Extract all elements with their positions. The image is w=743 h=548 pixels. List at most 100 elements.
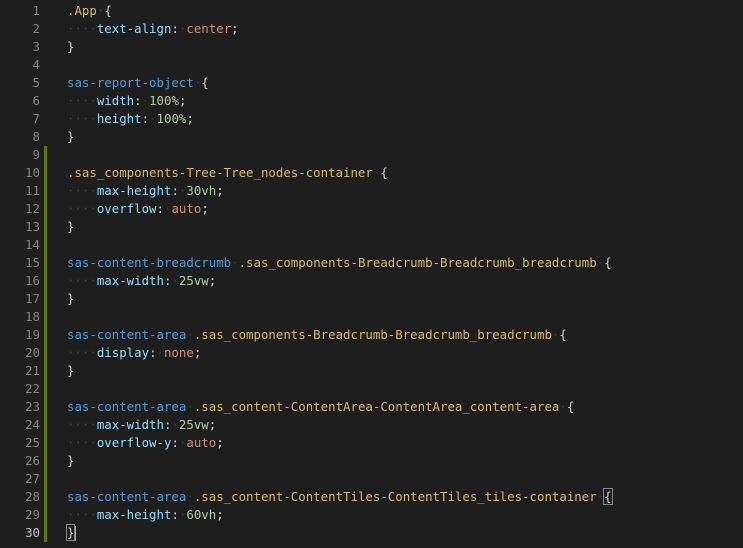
code-line[interactable]: 3} <box>0 38 743 56</box>
code-line[interactable]: 21} <box>0 362 743 380</box>
git-modified-indicator[interactable] <box>44 164 47 182</box>
code-line[interactable]: 10 .sas_components-Tree-Tree_nodes-contai… <box>0 164 743 182</box>
git-modified-indicator[interactable] <box>44 452 47 470</box>
git-modified-indicator[interactable] <box>44 524 47 542</box>
git-modified-indicator[interactable] <box>44 344 47 362</box>
code-content[interactable]: sas-content-breadcrumb·.sas_components-B… <box>67 254 612 272</box>
code-content[interactable]: sas-content-area·.sas_content-ContentTil… <box>67 488 613 506</box>
code-content[interactable]: .sas_components-Tree-Tree_nodes-containe… <box>67 164 388 182</box>
git-modified-indicator[interactable] <box>44 308 47 326</box>
code-line[interactable]: 30} <box>0 524 743 542</box>
git-modified-indicator[interactable] <box>44 434 47 452</box>
code-content[interactable]: } <box>65 524 77 542</box>
git-modified-indicator[interactable] <box>44 326 47 344</box>
code-line[interactable]: 11 ····max-height:·30vh; <box>0 182 743 200</box>
code-line[interactable]: 28 sas-content-area·.sas_content-ContentT… <box>0 488 743 506</box>
code-content[interactable]: ····max-height:·60vh; <box>67 506 224 524</box>
code-line[interactable]: 29 ····max-height:·60vh; <box>0 506 743 524</box>
indent-whitespace: ···· <box>67 417 97 432</box>
code-line[interactable]: 20 ····display:·none; <box>0 344 743 362</box>
indent-whitespace: ···· <box>67 345 97 360</box>
code-line[interactable]: 15 sas-content-breadcrumb·.sas_components… <box>0 254 743 272</box>
code-line[interactable]: 26} <box>0 452 743 470</box>
git-modified-indicator[interactable] <box>44 254 47 272</box>
code-line[interactable]: 16 ····max-width:·25vw; <box>0 272 743 290</box>
matched-bracket: } <box>65 524 76 541</box>
code-line[interactable]: 24 ····max-width:·25vw; <box>0 416 743 434</box>
code-line[interactable]: 17} <box>0 290 743 308</box>
punctuation: } <box>67 39 75 54</box>
code-content[interactable]: ····overflow-y:·auto; <box>67 434 224 452</box>
code-line[interactable]: 1 .App·{ <box>0 2 743 20</box>
line-number: 7 <box>32 111 40 126</box>
css-element-selector: sas-content-area <box>67 489 187 504</box>
code-line[interactable]: 7 ····height:·100%; <box>0 110 743 128</box>
whitespace-dot: · <box>559 399 567 414</box>
git-modified-indicator[interactable] <box>44 506 47 524</box>
code-content[interactable]: } <box>67 452 74 470</box>
punctuation: ; <box>186 111 194 126</box>
git-modified-indicator[interactable] <box>44 362 47 380</box>
git-modified-indicator[interactable] <box>44 200 47 218</box>
code-line[interactable]: 22 <box>0 380 743 398</box>
css-property: max-width <box>96 273 164 288</box>
code-line[interactable]: 27 <box>0 470 743 488</box>
code-line[interactable]: 18 <box>0 308 743 326</box>
code-content[interactable]: } <box>67 128 74 146</box>
punctuation: ; <box>201 201 209 216</box>
css-selector: .App <box>67 3 97 18</box>
code-line[interactable]: 14 <box>0 236 743 254</box>
code-content[interactable]: } <box>67 290 74 308</box>
text-cursor <box>74 526 77 541</box>
code-content[interactable]: ····width:·100%; <box>67 92 186 110</box>
code-line[interactable]: 5 sas-report-object·{ <box>0 74 743 92</box>
line-number: 3 <box>32 39 40 54</box>
git-modified-indicator[interactable] <box>44 236 47 254</box>
git-modified-indicator[interactable] <box>44 470 47 488</box>
code-content[interactable]: ····height:·100%; <box>67 110 194 128</box>
css-number-value: 25vw <box>178 273 209 288</box>
code-line[interactable]: 2 ····text-align:·center; <box>0 20 743 38</box>
code-content[interactable]: sas-content-area·.sas_content-ContentAre… <box>67 398 574 416</box>
git-modified-indicator[interactable] <box>44 182 47 200</box>
code-content[interactable]: } <box>67 218 74 236</box>
punctuation: : <box>171 183 179 198</box>
code-content[interactable]: ····overflow:·auto; <box>67 200 209 218</box>
code-content[interactable]: ····max-height:·30vh; <box>67 182 224 200</box>
git-modified-indicator[interactable] <box>44 398 47 416</box>
git-modified-indicator[interactable] <box>44 272 47 290</box>
git-modified-indicator[interactable] <box>44 146 47 164</box>
code-line[interactable]: 12 ····overflow:·auto; <box>0 200 743 218</box>
punctuation: { <box>604 255 612 270</box>
code-content[interactable]: ····max-width:·25vw; <box>67 272 216 290</box>
code-content[interactable]: } <box>67 38 74 56</box>
punctuation: { <box>380 165 388 180</box>
code-content[interactable]: sas-report-object·{ <box>67 74 209 92</box>
indent-whitespace: ···· <box>67 435 97 450</box>
git-modified-indicator[interactable] <box>44 218 47 236</box>
line-number: 26 <box>25 453 40 468</box>
git-modified-indicator[interactable] <box>44 380 47 398</box>
git-modified-indicator[interactable] <box>44 488 47 506</box>
git-modified-indicator[interactable] <box>44 290 47 308</box>
code-line[interactable]: 8} <box>0 128 743 146</box>
code-line[interactable]: 6 ····width:·100%; <box>0 92 743 110</box>
code-line[interactable]: 9 <box>0 146 743 164</box>
code-content[interactable]: .App·{ <box>67 2 112 20</box>
code-content[interactable]: sas-content-area·.sas_components-Breadcr… <box>67 326 567 344</box>
code-line[interactable]: 25 ····overflow-y:·auto; <box>0 434 743 452</box>
code-editor[interactable]: 1 .App·{2 ····text-align:·center; 3} 4 5 sas-r… <box>0 0 743 548</box>
css-selector: .sas_content-ContentArea-ContentArea_con… <box>193 399 560 414</box>
code-content[interactable]: ····max-width:·25vw; <box>67 416 216 434</box>
code-line[interactable]: 4 <box>0 56 743 74</box>
code-content[interactable]: ····display:·none; <box>67 344 201 362</box>
code-content[interactable]: ····text-align:·center; <box>67 20 239 38</box>
code-line[interactable]: 13} <box>0 218 743 236</box>
css-number-value: 100% <box>149 93 179 108</box>
code-content[interactable]: } <box>67 362 74 380</box>
punctuation: } <box>67 219 75 234</box>
line-number: 9 <box>32 147 40 162</box>
code-line[interactable]: 23 sas-content-area·.sas_content-ContentA… <box>0 398 743 416</box>
git-modified-indicator[interactable] <box>44 416 47 434</box>
code-line[interactable]: 19 sas-content-area·.sas_components-Bread… <box>0 326 743 344</box>
